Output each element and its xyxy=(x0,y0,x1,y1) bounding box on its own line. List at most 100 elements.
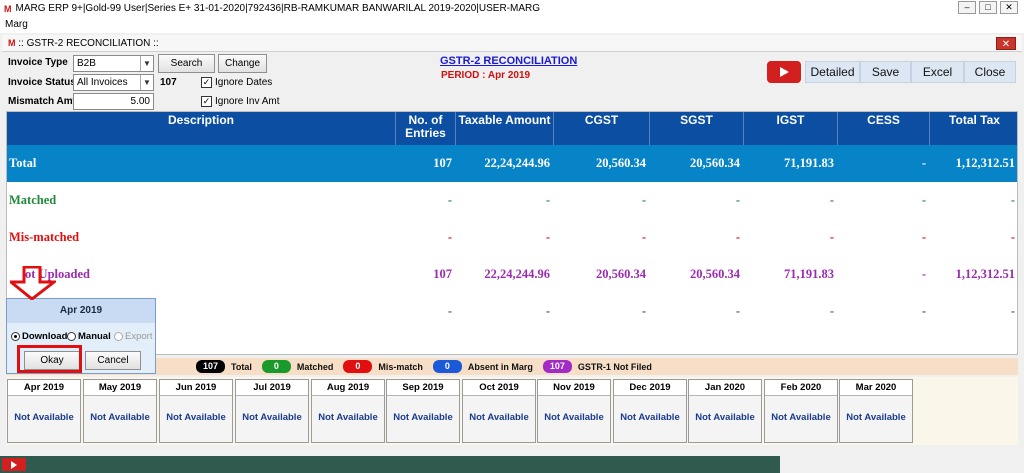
status-legend: 107 Total 0 Matched 0 Mis-match 0 Absent… xyxy=(6,358,1018,375)
mismatch-amt-label: Mismatch Amt xyxy=(8,96,76,107)
row-description: Total xyxy=(9,156,37,170)
mismatch-amt-input[interactable]: 5.00 xyxy=(73,93,154,110)
chevron-down-icon: ▼ xyxy=(140,75,153,90)
invoice-type-select[interactable]: B2B ▼ xyxy=(73,55,154,72)
month-name: Mar 2020 xyxy=(840,380,912,396)
month-tile-apr-2019[interactable]: Apr 2019 Not Available xyxy=(7,379,81,443)
arrow-down-icon xyxy=(10,266,56,300)
cell-cgst: 20,560.34 xyxy=(596,267,646,281)
month-status: Not Available xyxy=(393,412,453,423)
minimize-button[interactable]: – xyxy=(958,1,976,14)
invoice-count: 107 xyxy=(160,77,177,88)
col-taxable-amount: Taxable Amount xyxy=(456,112,554,145)
window-controls: – □ ✕ xyxy=(958,1,1018,14)
cell-total-tax: 1,12,312.51 xyxy=(955,267,1015,281)
search-button[interactable]: Search xyxy=(158,54,215,73)
month-tile-dec-2019[interactable]: Dec 2019 Not Available xyxy=(613,379,687,443)
checkbox-checked-icon: ✓ xyxy=(201,96,212,107)
ignore-inv-amt-checkbox[interactable]: ✓ Ignore Inv Amt xyxy=(201,96,279,107)
month-status: Not Available xyxy=(846,412,906,423)
month-tile-sep-2019[interactable]: Sep 2019 Not Available xyxy=(386,379,460,443)
legend-not-filed-label: GSTR-1 Not Filed xyxy=(577,361,652,372)
export-radio[interactable]: Export xyxy=(114,331,152,342)
month-tile-oct-2019[interactable]: Oct 2019 Not Available xyxy=(462,379,536,443)
cell-total-tax: - xyxy=(1010,230,1015,244)
app-title: MARG ERP 9+|Gold-99 User|Series E+ 31-01… xyxy=(15,3,541,14)
cell-entries: 107 xyxy=(433,267,452,281)
save-button[interactable]: Save xyxy=(860,61,911,83)
month-status: Not Available xyxy=(14,412,74,423)
legend-mismatch-badge[interactable]: 0 xyxy=(343,360,373,373)
cell-igst: 71,191.83 xyxy=(784,267,834,281)
checkbox-checked-icon: ✓ xyxy=(201,77,212,88)
radio-selected-icon xyxy=(11,332,20,341)
cell-sgst: 20,560.34 xyxy=(690,156,740,170)
play-icon xyxy=(11,460,17,469)
cell-sgst: 20,560.34 xyxy=(690,267,740,281)
month-tile-jul-2019[interactable]: Jul 2019 Not Available xyxy=(235,379,309,443)
legend-absent-badge[interactable]: 0 xyxy=(432,360,462,373)
month-tile-nov-2019[interactable]: Nov 2019 Not Available xyxy=(537,379,611,443)
table-row-matched[interactable]: Matched - - - - - - - xyxy=(7,182,1017,219)
ignore-dates-checkbox[interactable]: ✓ Ignore Dates xyxy=(201,77,272,88)
table-row-mismatched[interactable]: Mis-matched - - - - - - - xyxy=(7,219,1017,256)
change-button[interactable]: Change xyxy=(218,54,267,73)
cell-sgst: - xyxy=(735,193,740,207)
video-tutorial-button[interactable] xyxy=(2,458,26,471)
row-description: ot Uploaded xyxy=(25,267,90,281)
col-sgst: SGST xyxy=(650,112,744,145)
radio-icon xyxy=(67,332,76,341)
cancel-button[interactable]: Cancel xyxy=(85,351,141,370)
download-label: Download xyxy=(22,331,68,342)
table-row-absent[interactable]: - - - - - - - xyxy=(7,293,1017,330)
cell-taxable: 22,24,244.96 xyxy=(484,267,550,281)
cell-total-tax: - xyxy=(1010,193,1015,207)
col-description: Description xyxy=(7,112,396,145)
invoice-status-select[interactable]: All Invoices ▼ xyxy=(73,74,154,91)
month-tile-jun-2019[interactable]: Jun 2019 Not Available xyxy=(159,379,233,443)
cell-sgst: - xyxy=(735,230,740,244)
cell-taxable: 22,24,244.96 xyxy=(484,156,550,170)
table-row-total[interactable]: Total 107 22,24,244.96 20,560.34 20,560.… xyxy=(7,145,1017,182)
month-name: May 2019 xyxy=(84,380,156,396)
month-status: Not Available xyxy=(620,412,680,423)
month-name: Aug 2019 xyxy=(312,380,384,396)
cell-igst: 71,191.83 xyxy=(784,156,834,170)
close-window-button[interactable]: ✕ xyxy=(1000,1,1018,14)
download-radio[interactable]: Download xyxy=(11,331,67,342)
month-tile-jan-2020[interactable]: Jan 2020 Not Available xyxy=(688,379,762,443)
report-title[interactable]: GSTR-2 RECONCILIATION xyxy=(440,55,577,67)
legend-matched-badge[interactable]: 0 xyxy=(261,360,291,373)
excel-button[interactable]: Excel xyxy=(911,61,964,83)
cell-total-tax: 1,12,312.51 xyxy=(955,156,1015,170)
table-row-not-uploaded[interactable]: ot Uploaded 107 22,24,244.96 20,560.34 2… xyxy=(7,256,1017,293)
maximize-button[interactable]: □ xyxy=(979,1,997,14)
month-tile-may-2019[interactable]: May 2019 Not Available xyxy=(83,379,157,443)
video-tutorial-button[interactable] xyxy=(767,61,801,83)
month-status: Not Available xyxy=(242,412,302,423)
cell-taxable: - xyxy=(545,193,550,207)
month-tiles: Apr 2019 Not Available May 2019 Not Avai… xyxy=(6,377,1018,445)
legend-total-badge[interactable]: 107 xyxy=(196,360,225,373)
reconciliation-grid: Description No. of Entries Taxable Amoun… xyxy=(6,111,1018,355)
cell-cess: - xyxy=(921,193,926,207)
cell-cgst: - xyxy=(641,193,646,207)
window-close-button[interactable]: ✕ xyxy=(996,37,1016,50)
menu-bar: Marg xyxy=(0,17,1024,33)
legend-not-filed-badge[interactable]: 107 xyxy=(542,360,572,373)
month-tile-aug-2019[interactable]: Aug 2019 Not Available xyxy=(311,379,385,443)
invoice-status-label: Invoice Status xyxy=(8,77,76,88)
col-total-tax: Total Tax xyxy=(949,113,1000,127)
month-tile-feb-2020[interactable]: Feb 2020 Not Available xyxy=(764,379,838,443)
manual-label: Manual xyxy=(78,331,111,342)
menu-item-marg[interactable]: Marg xyxy=(5,19,28,30)
window-logo: M xyxy=(8,38,16,48)
invoice-type-value: B2B xyxy=(77,58,96,69)
manual-radio[interactable]: Manual xyxy=(67,331,111,342)
month-tile-mar-2020[interactable]: Mar 2020 Not Available xyxy=(839,379,913,443)
detailed-button[interactable]: Detailed xyxy=(805,61,860,83)
window-title-bar: M :: GSTR-2 RECONCILIATION :: ✕ xyxy=(2,35,1022,52)
close-button[interactable]: Close xyxy=(964,61,1016,83)
cell-taxable: - xyxy=(545,230,550,244)
month-name: Feb 2020 xyxy=(765,380,837,396)
